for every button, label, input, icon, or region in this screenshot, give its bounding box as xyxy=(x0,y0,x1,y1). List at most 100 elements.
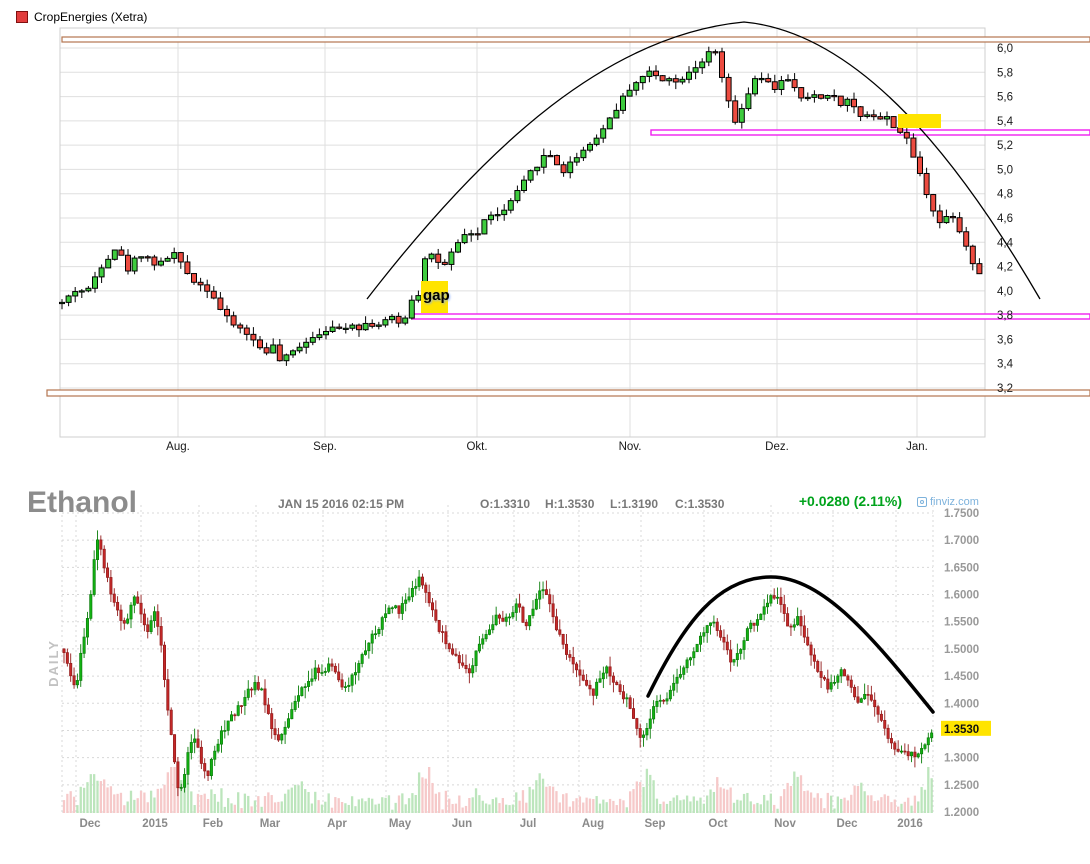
volume-bar xyxy=(63,800,65,813)
candlestick xyxy=(733,101,738,122)
candlestick xyxy=(772,82,777,90)
volume-bar xyxy=(190,791,192,813)
candlestick xyxy=(96,540,98,560)
volume-bar xyxy=(284,794,286,813)
volume-bar xyxy=(579,796,581,813)
candlestick xyxy=(205,285,210,291)
candlestick xyxy=(931,195,936,211)
candlestick xyxy=(354,673,356,675)
candlestick xyxy=(381,618,383,630)
volume-bar xyxy=(250,806,252,813)
candlestick xyxy=(492,625,494,630)
candlestick xyxy=(469,234,474,235)
candlestick xyxy=(911,138,916,157)
volume-bar xyxy=(585,798,587,813)
finviz-watermark[interactable]: finviz.com xyxy=(917,496,979,508)
volume-bar xyxy=(884,794,886,813)
volume-bar xyxy=(462,807,464,813)
candlestick xyxy=(904,132,909,138)
candlestick xyxy=(190,742,192,752)
candlestick xyxy=(498,615,500,618)
grid xyxy=(62,505,933,813)
svg-text:4,0: 4,0 xyxy=(997,286,1013,298)
candlestick xyxy=(666,699,668,701)
candlestick xyxy=(572,657,574,664)
volume-bar xyxy=(518,801,520,813)
volume-bar xyxy=(311,804,313,813)
volume-bar xyxy=(244,794,246,813)
candlestick xyxy=(529,616,531,626)
volume-bar xyxy=(502,798,504,813)
candlestick xyxy=(214,751,216,759)
candlestick xyxy=(230,715,232,721)
ethanol-chart: 1.75001.70001.65001.60001.55001.50001.45… xyxy=(62,505,991,830)
volume-bar xyxy=(663,802,665,813)
candlestick xyxy=(713,52,718,53)
candlestick xyxy=(736,653,738,659)
candlestick xyxy=(874,700,876,707)
candlestick xyxy=(409,300,414,318)
candlestick xyxy=(291,710,293,719)
candlestick xyxy=(99,268,104,277)
candlestick xyxy=(371,634,373,643)
svg-text:Dec: Dec xyxy=(79,818,101,830)
candlestick xyxy=(890,738,892,742)
candlestick xyxy=(425,585,427,592)
volume-bar xyxy=(137,798,139,813)
volume-bar xyxy=(602,800,604,813)
candlestick xyxy=(884,720,886,728)
candlestick xyxy=(766,603,768,607)
volume-bar xyxy=(230,803,232,813)
quote-high: H:1.3530 xyxy=(545,497,594,511)
candlestick xyxy=(133,597,135,605)
candlestick xyxy=(773,596,775,599)
volume-bar xyxy=(907,798,909,813)
candlestick xyxy=(123,621,125,624)
candlestick xyxy=(361,654,363,663)
candlestick xyxy=(574,158,579,162)
candlestick xyxy=(431,603,433,610)
legend-cropenergies: CropEnergies (Xetra) xyxy=(16,10,147,24)
candlestick xyxy=(522,607,524,622)
candlestick xyxy=(541,156,546,168)
candlestick xyxy=(614,110,619,118)
candlestick xyxy=(548,156,553,157)
candlestick xyxy=(763,607,765,614)
candlestick xyxy=(370,323,375,326)
candlestick xyxy=(885,117,890,119)
volume-bar xyxy=(475,788,477,813)
volume-bar xyxy=(488,804,490,813)
candlestick xyxy=(713,622,715,623)
candlestick xyxy=(652,707,654,719)
charts-canvas: 6,05,85,65,45,25,04,84,64,44,24,03,83,63… xyxy=(0,0,1090,864)
candlestick xyxy=(850,680,852,687)
candlestick xyxy=(240,706,242,707)
candlestick xyxy=(601,129,606,138)
candlestick xyxy=(384,614,386,618)
volume-bar xyxy=(733,803,735,813)
candlestick xyxy=(224,730,226,731)
candlestick xyxy=(284,355,289,361)
volume-bar xyxy=(374,805,376,813)
candlestick xyxy=(561,165,566,173)
candlestick xyxy=(334,666,336,672)
volume-bar xyxy=(364,801,366,813)
candlestick xyxy=(130,605,132,619)
volume-bar xyxy=(924,790,926,813)
candlestick xyxy=(609,667,611,676)
candlestick xyxy=(73,676,75,685)
volume-bar xyxy=(505,805,507,813)
volume-bar xyxy=(931,778,933,813)
page: 6,05,85,65,45,25,04,84,64,44,24,03,83,63… xyxy=(0,0,1090,864)
volume-bar xyxy=(73,797,75,813)
svg-text:Jan.: Jan. xyxy=(906,441,928,453)
volume-bar xyxy=(636,781,638,813)
candlestick xyxy=(783,604,785,613)
candlestick xyxy=(408,597,410,600)
volume-bar xyxy=(833,808,835,813)
volume-bar xyxy=(763,795,765,813)
volume-bar xyxy=(317,800,319,813)
candlestick xyxy=(891,117,896,128)
volume-bar xyxy=(170,767,172,813)
volume-bar xyxy=(823,808,825,813)
